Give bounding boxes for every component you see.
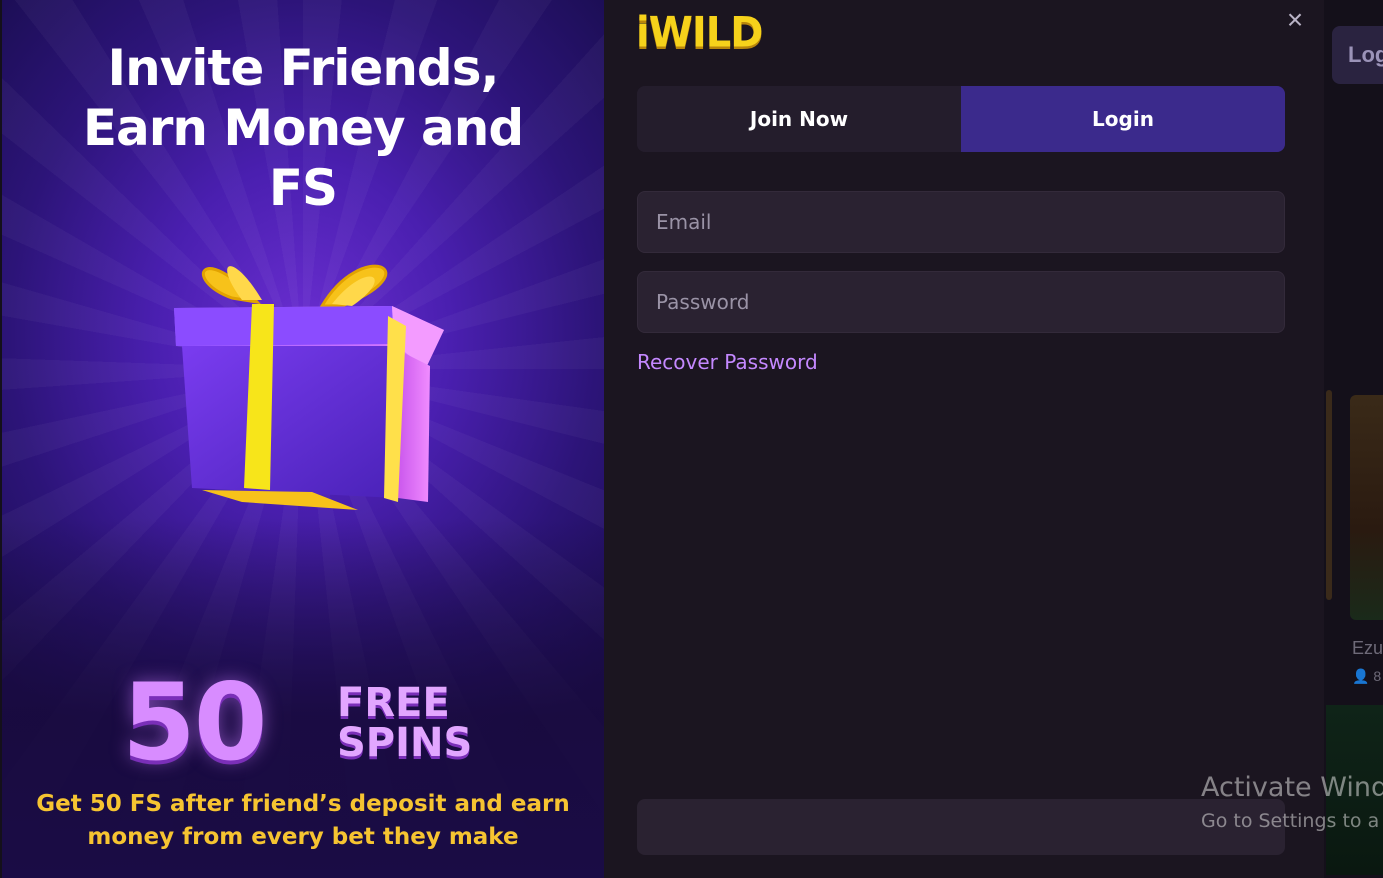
promo-title-line: Invite Friends,: [107, 39, 500, 97]
background-login-button[interactable]: Log: [1332, 26, 1383, 84]
promo-description-line: money from every bet they make: [87, 824, 519, 850]
password-field[interactable]: [637, 271, 1285, 333]
promo-panel: Invite Friends, Earn Money and FS 50 FRE…: [2, 0, 604, 878]
email-field[interactable]: [637, 191, 1285, 253]
tab-login[interactable]: Login: [961, 86, 1285, 152]
promo-description-line: Get 50 FS after friend’s deposit and ear…: [36, 791, 570, 817]
promo-description: Get 50 FS after friend’s deposit and ear…: [22, 788, 584, 854]
brand-logo: iWILD: [636, 8, 763, 58]
promo-title-line: FS: [268, 159, 338, 217]
close-icon[interactable]: ×: [1280, 5, 1310, 35]
activation-subtitle: Go to Settings to a: [1201, 810, 1380, 832]
promo-title-line: Earn Money and: [82, 99, 524, 157]
auth-tabs: Join Now Login: [637, 86, 1285, 152]
background-game-meta: 👤 8: [1352, 668, 1382, 684]
recover-password-link[interactable]: Recover Password: [637, 350, 818, 374]
background-game-title: Ezu: [1352, 638, 1383, 658]
activation-title: Activate Wind: [1201, 772, 1383, 803]
tab-join-now[interactable]: Join Now: [637, 86, 961, 152]
free-spins-number: 50: [122, 661, 268, 784]
promo-title: Invite Friends, Earn Money and FS: [2, 38, 604, 218]
free-spins-label-free: FREE: [337, 680, 450, 726]
windows-activation-watermark: Activate Wind Go to Settings to a: [1201, 770, 1383, 836]
login-submit-button[interactable]: [637, 799, 1285, 855]
free-spins-label-spins: SPINS: [337, 720, 473, 766]
background-game-card[interactable]: [1350, 395, 1383, 620]
gift-box-illustration: [174, 264, 444, 510]
background-game-card[interactable]: [1326, 390, 1332, 600]
